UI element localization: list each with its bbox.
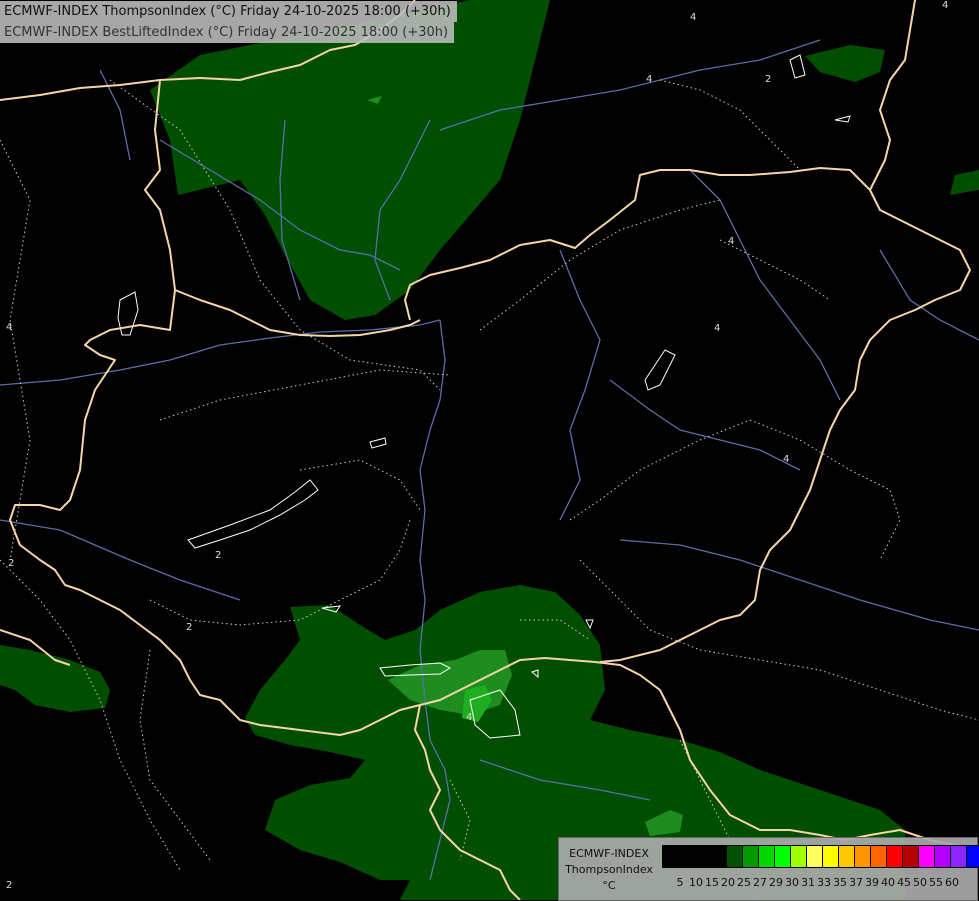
legend-swatch	[951, 846, 967, 867]
legend-tick-label: 30	[785, 876, 799, 889]
legend-tick-label: 39	[865, 876, 879, 889]
legend-swatch	[903, 846, 919, 867]
weather-map: 4 4 2 4 4 4 4 2 2 2 2 4 4	[0, 0, 979, 900]
legend-swatch	[711, 846, 727, 867]
legend-swatch	[871, 846, 887, 867]
legend-tick-label: 40	[881, 876, 895, 889]
legend-swatch	[775, 846, 791, 867]
legend-tick-label: 5	[676, 876, 684, 889]
legend-swatch	[727, 846, 743, 867]
legend-swatch	[807, 846, 823, 867]
legend-swatch	[967, 846, 979, 867]
legend-tick-label: 31	[801, 876, 815, 889]
legend-swatch	[759, 846, 775, 867]
legend-tick-label: 25	[737, 876, 751, 889]
legend-swatch	[695, 846, 711, 867]
legend-tick-label: 50	[913, 876, 927, 889]
legend-swatches	[662, 845, 979, 868]
contour-label: 2	[186, 622, 192, 633]
contour-label: 4	[6, 322, 12, 333]
legend-model-label: ECMWF-INDEX	[569, 847, 649, 860]
legend-tick-label: 27	[753, 876, 767, 889]
contour-label: 4	[466, 712, 472, 723]
contour-label: 4	[714, 323, 720, 334]
legend-swatch	[839, 846, 855, 867]
color-legend: ECMWF-INDEX ThompsonIndex °C 5 10 15 20 25 27…	[558, 837, 979, 901]
legend-swatch	[823, 846, 839, 867]
legend-tick-label: 10	[689, 876, 703, 889]
legend-swatch	[679, 846, 695, 867]
legend-swatch	[663, 846, 679, 867]
contour-label: 4	[783, 454, 789, 465]
legend-tick-label: 55	[929, 876, 943, 889]
map-title-thompson: ECMWF-INDEX ThompsonIndex (°C) Friday 24…	[0, 1, 457, 22]
legend-tick-label: 29	[769, 876, 783, 889]
contour-label: 4	[942, 0, 948, 11]
legend-tick-label: 37	[849, 876, 863, 889]
legend-tick-label: 15	[705, 876, 719, 889]
legend-swatch	[887, 846, 903, 867]
legend-swatch	[935, 846, 951, 867]
legend-unit-label: °C	[602, 879, 616, 892]
legend-tick-label: 60	[945, 876, 959, 889]
legend-tick-label: 35	[833, 876, 847, 889]
legend-swatch	[743, 846, 759, 867]
legend-tick-label: 20	[721, 876, 735, 889]
legend-ticks: 5 10 15 20 25 27 29 30 31 33 35 37 39 40 45 50 55 60	[672, 876, 960, 889]
contour-label: 2	[6, 880, 12, 891]
legend-swatch	[919, 846, 935, 867]
map-title-lifted: ECMWF-INDEX BestLiftedIndex (°C) Friday …	[0, 22, 455, 43]
legend-swatch	[791, 846, 807, 867]
contour-label: 2	[215, 550, 221, 561]
contour-label: 2	[765, 74, 771, 85]
legend-index-label: ThompsonIndex	[565, 863, 653, 876]
contour-label: 4	[690, 12, 696, 23]
legend-tick-label: 33	[817, 876, 831, 889]
contour-label: 4	[728, 236, 734, 247]
contour-label: 2	[8, 558, 14, 569]
contour-label: 4	[646, 74, 652, 85]
legend-tick-label: 45	[897, 876, 911, 889]
legend-swatch	[855, 846, 871, 867]
